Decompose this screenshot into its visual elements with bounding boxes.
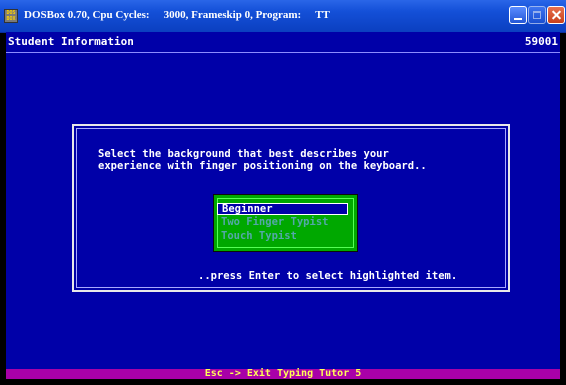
screen-header: Student Information 59001 [6, 32, 560, 53]
window-title-app: DOSBox 0.70, Cpu Cycles: [24, 9, 150, 21]
screen-code: 59001 [524, 35, 558, 48]
menu-item-touch-typist[interactable]: Touch Typist [217, 230, 348, 242]
prompt-line-1: Select the background that best describe… [98, 148, 389, 160]
prompt-line-2: experience with finger positioning on th… [98, 160, 427, 172]
dos-screen[interactable]: Student Information 59001 Select the bac… [6, 32, 560, 379]
close-button[interactable] [547, 6, 565, 24]
select-hint: ..press Enter to select highlighted item… [198, 270, 458, 282]
menu-item-beginner[interactable]: Beginner [217, 203, 348, 215]
page-title: Student Information [8, 35, 134, 48]
status-bar: Esc -> Exit Typing Tutor 5 [6, 369, 560, 379]
background-selection-dialog: Select the background that best describe… [72, 124, 510, 292]
dialog-prompt: Select the background that best describe… [98, 148, 427, 172]
window-title-cycles: 3000, Frameskip 0, Program: [163, 9, 302, 21]
experience-menu[interactable]: Beginner Two Finger Typist Touch Typist [213, 194, 358, 252]
window-title-program: TT [315, 9, 330, 21]
menu-item-two-finger-typist[interactable]: Two Finger Typist [217, 216, 348, 228]
maximize-button[interactable] [528, 6, 546, 24]
window-title: DOSBox 0.70, Cpu Cycles: 3000, Frameskip … [24, 9, 344, 21]
window-titlebar[interactable]: DOS BOX DOSBox 0.70, Cpu Cycles: 3000, Fr… [0, 0, 566, 33]
minimize-button[interactable] [509, 6, 527, 24]
dosbox-app-icon[interactable]: DOS BOX [4, 9, 18, 23]
